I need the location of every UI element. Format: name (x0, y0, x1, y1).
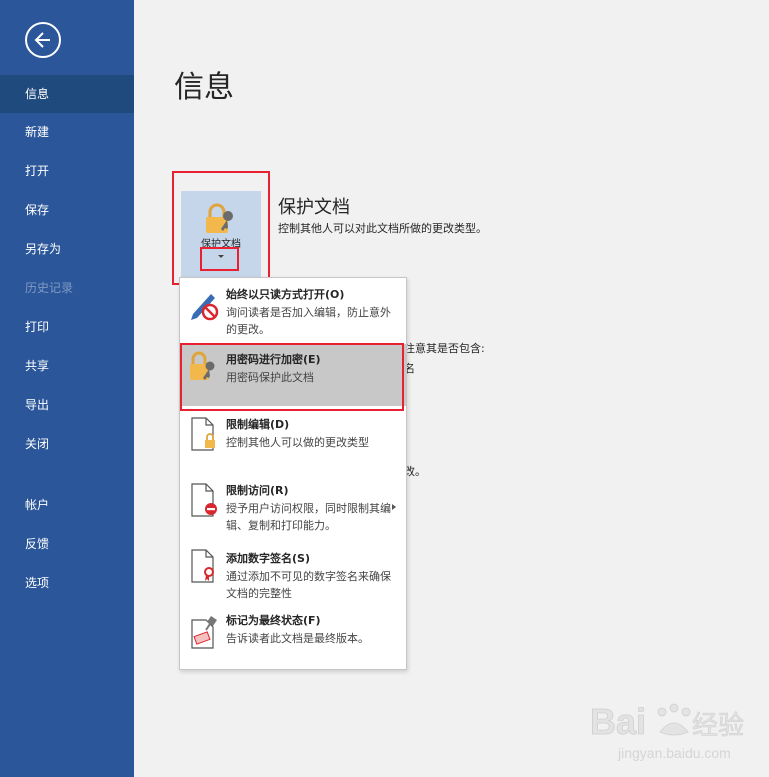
protect-heading: 保护文档 (278, 197, 350, 218)
sidebar-item-feedback[interactable]: 反馈 (0, 525, 134, 563)
doc-stamp-icon (191, 616, 217, 649)
menu-item-title: 始终以只读方式打开(O) (226, 288, 345, 301)
sidebar-item-print[interactable]: 打印 (0, 308, 134, 346)
page-title: 信息 (174, 70, 234, 105)
protect-document-menu: 始终以只读方式打开(O) 询问读者是否加入编辑，防止意外的更改。 用密码进行加密… (179, 277, 407, 670)
pencil-no-icon (191, 294, 219, 321)
menu-item-mark-final[interactable]: 标记为最终状态(F) 告诉读者此文档是最终版本。 (180, 608, 406, 668)
sidebar-item-save-as[interactable]: 另存为 (0, 230, 134, 268)
menu-item-restrict-editing[interactable]: 限制编辑(D) 控制其他人可以做的更改类型 (180, 410, 406, 472)
watermark-brand: Bai (590, 701, 646, 742)
watermark-suffix: 经验 (692, 711, 744, 741)
menu-item-desc: 告诉读者此文档是最终版本。 (226, 632, 369, 645)
baidu-watermark: Bai 经验 jingyan.baidu.com (590, 694, 760, 766)
menu-item-title: 限制编辑(D) (226, 418, 290, 431)
back-button[interactable] (25, 22, 61, 58)
backstage-sidebar: 信息 新建 打开 保存 另存为 历史记录 打印 共享 导出 关闭 帐户 反馈 选… (0, 0, 134, 777)
highlight-box-encrypt (180, 343, 404, 411)
sidebar-item-share[interactable]: 共享 (0, 347, 134, 385)
sidebar-item-open[interactable]: 打开 (0, 152, 134, 190)
arrow-left-icon (34, 32, 50, 48)
sidebar-item-close[interactable]: 关闭 (0, 425, 134, 463)
doc-restrict-icon (191, 483, 217, 517)
background-text-1: 注意其是否包含: (404, 342, 485, 355)
menu-item-restrict-access[interactable]: 限制访问(R) 授予用户访问权限，同时限制其编辑、复制和打印能力。 (180, 476, 406, 542)
doc-lock-icon (191, 417, 215, 451)
sidebar-item-info[interactable]: 信息 (0, 75, 134, 113)
chevron-right-icon (392, 504, 396, 510)
highlight-box-arrow (200, 247, 239, 271)
menu-item-digital-signature[interactable]: 添加数字签名(S) 通过添加不可见的数字签名来确保文档的完整性 (180, 542, 406, 606)
menu-item-desc: 授予用户访问权限，同时限制其编辑、复制和打印能力。 (226, 502, 391, 532)
sidebar-item-history: 历史记录 (25, 281, 74, 295)
menu-item-title: 标记为最终状态(F) (226, 614, 321, 627)
protect-description: 控制其他人可以对此文档所做的更改类型。 (278, 222, 487, 235)
menu-item-title: 添加数字签名(S) (226, 552, 310, 565)
sidebar-item-new[interactable]: 新建 (0, 113, 134, 151)
sidebar-item-account[interactable]: 帐户 (0, 486, 134, 524)
background-text-3: 改。 (404, 465, 426, 478)
menu-item-desc: 通过添加不可见的数字签名来确保文档的完整性 (226, 570, 391, 600)
paw-icon (657, 703, 691, 736)
menu-item-always-read-only[interactable]: 始终以只读方式打开(O) 询问读者是否加入编辑，防止意外的更改。 (180, 280, 406, 342)
sidebar-item-export[interactable]: 导出 (0, 386, 134, 424)
menu-item-title: 限制访问(R) (226, 484, 289, 497)
menu-item-desc: 控制其他人可以做的更改类型 (226, 436, 369, 449)
sidebar-item-save[interactable]: 保存 (0, 191, 134, 229)
menu-item-desc: 询问读者是否加入编辑，防止意外的更改。 (226, 306, 391, 336)
doc-ribbon-icon (191, 549, 214, 583)
watermark-url: jingyan.baidu.com (617, 745, 731, 761)
sidebar-item-options[interactable]: 选项 (0, 564, 134, 602)
